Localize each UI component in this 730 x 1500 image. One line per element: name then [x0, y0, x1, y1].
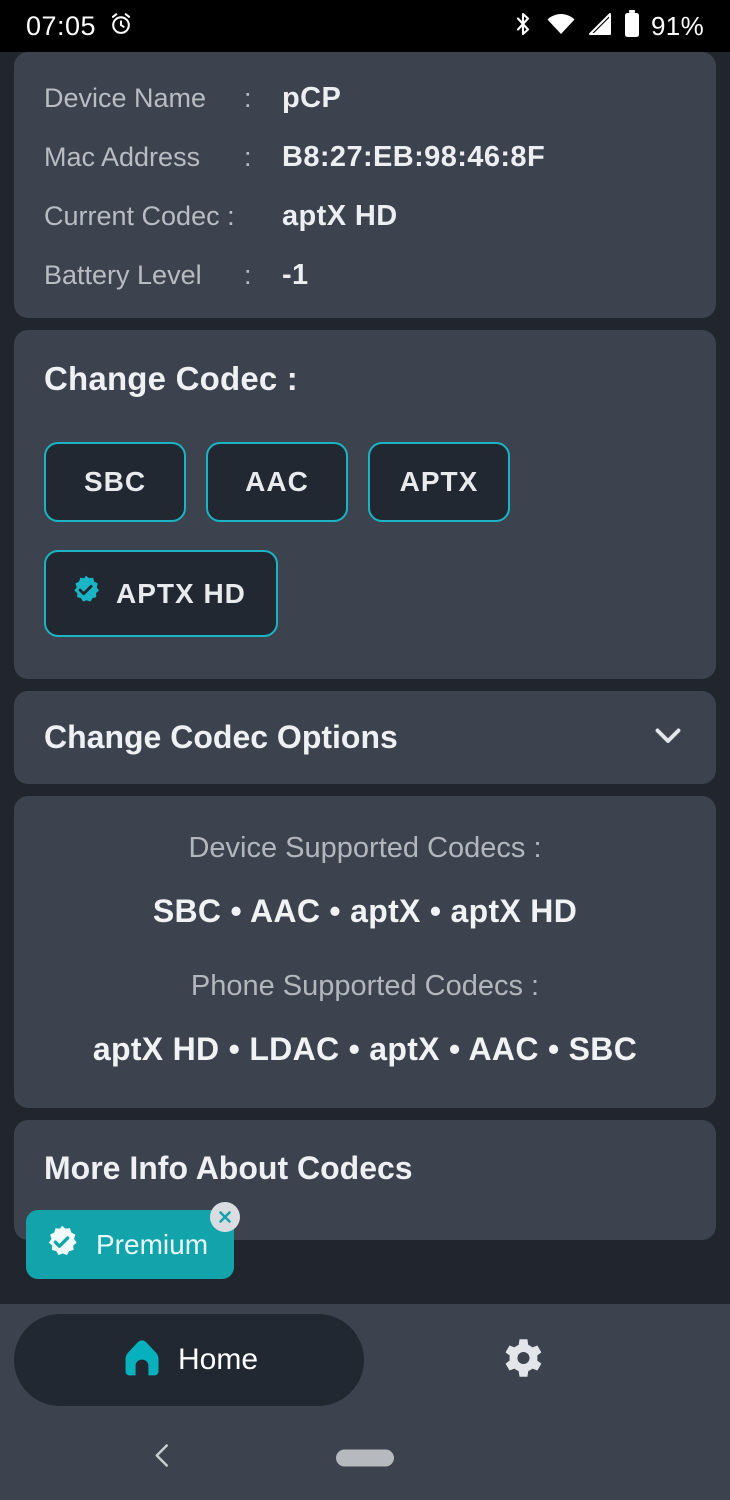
phone-supported-codecs-label: Phone Supported Codecs : [190, 970, 540, 1002]
codec-button-aptx-hd-label: APTX HD [116, 577, 246, 609]
codec-button-aac[interactable]: AAC [206, 442, 348, 522]
scroll-content[interactable]: Device Name : pCP Mac Address : B8:27:EB… [0, 52, 730, 1500]
device-supported-codecs-value: SBC • AAC • aptX • aptX HD [152, 893, 578, 929]
device-info-row-mac: Mac Address : B8:27:EB:98:46:8F [44, 141, 686, 174]
device-name-colon: : [244, 83, 252, 113]
device-info-row-battery: Battery Level : -1 [44, 259, 686, 292]
change-codec-options-label: Change Codec Options [44, 719, 398, 755]
codec-button-aptx-label: APTX [399, 466, 479, 497]
change-codec-card: Change Codec : SBC AAC APTX APTX HD [14, 330, 716, 679]
verified-badge-icon [44, 1224, 80, 1265]
nav-item-home[interactable]: Home [14, 1314, 364, 1406]
android-system-nav [0, 1416, 730, 1500]
battery-level-colon: : [244, 260, 252, 290]
battery-icon [624, 9, 640, 43]
home-icon [120, 1336, 164, 1385]
close-icon[interactable] [210, 1202, 241, 1232]
nav-item-home-label: Home [177, 1343, 259, 1376]
bottom-navigation-bar: Home [0, 1304, 730, 1416]
device-info-row-codec: Current Codec : aptX HD [44, 200, 686, 233]
status-bar-right: 91% [511, 9, 704, 43]
status-bar-clock: 07:05 [26, 10, 97, 41]
phone-supported-codecs-value: aptX HD • LDAC • aptX • AAC • SBC [92, 1031, 638, 1067]
home-pill-indicator[interactable] [336, 1449, 394, 1467]
codec-button-aptx[interactable]: APTX [368, 442, 510, 522]
codec-button-row-2: APTX HD [44, 550, 686, 637]
back-chevron-icon[interactable] [148, 1439, 178, 1478]
more-info-title: More Info About Codecs [44, 1150, 413, 1186]
codec-button-sbc-label: SBC [83, 466, 147, 497]
change-codec-options-row[interactable]: Change Codec Options [14, 691, 716, 784]
codec-button-row-1: SBC AAC APTX [44, 442, 686, 522]
battery-level-label: Battery Level [44, 260, 202, 290]
nav-item-settings[interactable] [476, 1314, 568, 1406]
chevron-down-icon[interactable] [650, 717, 686, 758]
device-name-value: pCP [282, 82, 342, 114]
wifi-icon [546, 12, 576, 41]
alarm-icon [108, 11, 134, 42]
mac-address-value: B8:27:EB:98:46:8F [282, 141, 546, 173]
bluetooth-icon [511, 10, 535, 43]
codec-button-aac-label: AAC [245, 466, 309, 497]
status-bar-left: 07:05 [26, 11, 134, 42]
device-info-row-name: Device Name : pCP [44, 82, 686, 115]
mac-address-label: Mac Address [44, 142, 201, 172]
premium-badge[interactable]: Premium [26, 1202, 241, 1279]
device-name-label: Device Name [44, 83, 207, 113]
supported-codecs-card: Device Supported Codecs : SBC • AAC • ap… [14, 796, 716, 1108]
codec-button-aptx-hd[interactable]: APTX HD [44, 550, 278, 637]
premium-label: Premium [96, 1228, 209, 1260]
current-codec-value: aptX HD [282, 200, 398, 232]
device-supported-codecs-label: Device Supported Codecs : [188, 832, 542, 864]
change-codec-title: Change Codec : [44, 360, 298, 397]
battery-percent-label: 91% [651, 10, 704, 41]
codec-button-sbc[interactable]: SBC [44, 442, 186, 522]
verified-badge-icon [70, 574, 102, 613]
gear-icon [497, 1333, 547, 1388]
status-bar: 07:05 91% [0, 0, 730, 52]
supported-codecs-spacer [34, 930, 696, 970]
device-info-card: Device Name : pCP Mac Address : B8:27:EB… [14, 52, 716, 318]
phone-screen: 07:05 91% Device Name: pCP Mac Address … [0, 0, 730, 1500]
cellular-signal-icon [587, 12, 613, 41]
mac-address-colon: : [244, 142, 252, 172]
current-codec-label: Current Codec : [44, 201, 235, 231]
battery-level-value: -1 [282, 259, 309, 291]
